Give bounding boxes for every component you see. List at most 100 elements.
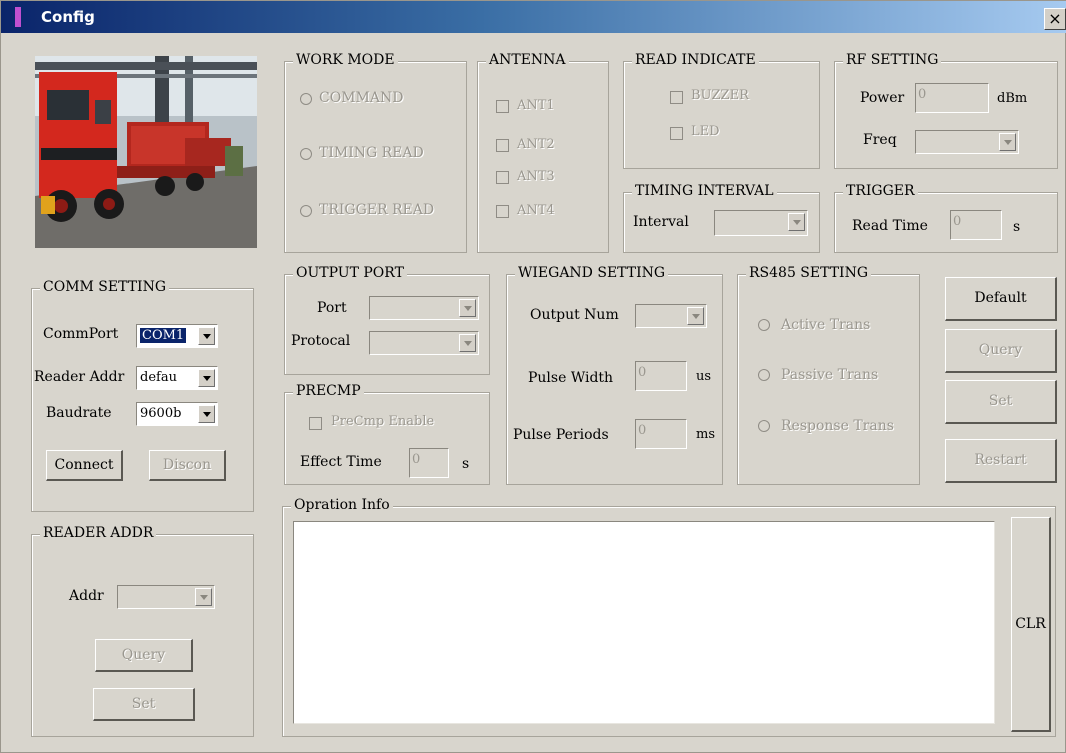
buzzer-label: BUZZER (691, 88, 749, 103)
chevron-down-icon[interactable] (687, 307, 704, 325)
protocol-select[interactable] (369, 331, 479, 355)
command-label: COMMAND (319, 90, 404, 106)
pulse-periods-label: Pulse Periods (513, 427, 609, 443)
pulse-periods-unit: ms (696, 427, 715, 442)
chevron-down-icon[interactable] (195, 588, 212, 606)
set-button[interactable]: Set (945, 380, 1057, 424)
antenna-title: ANTENNA (486, 52, 569, 68)
active-trans-radio[interactable] (758, 319, 770, 331)
ant4-checkbox[interactable] (496, 205, 509, 218)
output-port-title: OUTPUT PORT (293, 265, 407, 281)
default-button[interactable]: Default (945, 277, 1057, 321)
app-icon (15, 7, 21, 27)
response-trans-label: Response Trans (781, 418, 894, 434)
reader-addr-label: Reader Addr (34, 369, 125, 385)
protocol-label: Protocal (291, 333, 351, 349)
passive-trans-label: Passive Trans (781, 367, 879, 383)
reader-addr-title: READER ADDR (40, 525, 157, 541)
truck-photo-image (35, 56, 257, 248)
reader-addr-query-button[interactable]: Query (95, 639, 193, 672)
comm-setting-title: COMM SETTING (40, 279, 170, 295)
config-window: Config × WORK MODE COMMAND TIMING READ T… (0, 0, 1066, 753)
chevron-down-icon[interactable] (999, 133, 1016, 151)
antenna-group: ANTENNA (477, 52, 609, 253)
ant1-checkbox[interactable] (496, 100, 509, 113)
timing-read-radio[interactable] (300, 148, 312, 160)
command-radio[interactable] (300, 93, 312, 105)
pulse-periods-input[interactable]: 0 (635, 419, 687, 449)
window-title: Config (41, 8, 95, 26)
pulse-width-label: Pulse Width (528, 370, 614, 386)
clr-button[interactable]: CLR (1011, 517, 1051, 732)
reader-addr-value: defau (140, 370, 177, 385)
work-mode-title: WORK MODE (293, 52, 398, 68)
ant2-checkbox[interactable] (496, 139, 509, 152)
timing-interval-title: TIMING INTERVAL (632, 183, 777, 199)
query-button[interactable]: Query (945, 329, 1057, 373)
interval-select[interactable] (714, 210, 808, 236)
buzzer-checkbox[interactable] (670, 91, 683, 104)
read-indicate-title: READ INDICATE (632, 52, 759, 68)
baudrate-select[interactable]: 9600b (136, 402, 218, 426)
trigger-title: TRIGGER (843, 183, 918, 199)
ant2-label: ANT2 (517, 137, 555, 152)
precmp-enable-checkbox[interactable] (309, 417, 322, 430)
rf-setting-title: RF SETTING (843, 52, 942, 68)
connect-button[interactable]: Connect (46, 450, 123, 481)
timing-read-label: TIMING READ (319, 145, 424, 161)
ant3-checkbox[interactable] (496, 171, 509, 184)
led-checkbox[interactable] (670, 127, 683, 140)
ant4-label: ANT4 (517, 203, 555, 218)
read-time-input[interactable]: 0 (950, 210, 1002, 240)
trigger-read-radio[interactable] (300, 205, 312, 217)
addr-label: Addr (69, 588, 104, 604)
response-trans-radio[interactable] (758, 420, 770, 432)
discon-button[interactable]: Discon (149, 450, 226, 481)
freq-select[interactable] (915, 130, 1019, 154)
restart-button[interactable]: Restart (945, 439, 1057, 483)
output-num-label: Output Num (530, 307, 619, 323)
chevron-down-icon[interactable] (198, 405, 215, 423)
output-num-select[interactable] (635, 304, 707, 328)
power-unit: dBm (997, 91, 1028, 106)
commport-select[interactable]: COM1 (136, 324, 218, 348)
addr-select[interactable] (117, 585, 215, 609)
close-button[interactable]: × (1044, 8, 1066, 30)
effect-time-label: Effect Time (300, 454, 382, 470)
read-indicate-group: READ INDICATE (623, 52, 820, 169)
reader-addr-select[interactable]: defau (136, 366, 218, 390)
reader-addr-set-button[interactable]: Set (93, 688, 195, 721)
active-trans-label: Active Trans (781, 317, 871, 333)
output-port-group: OUTPUT PORT (284, 265, 490, 375)
pulse-width-input[interactable]: 0 (635, 361, 687, 391)
chevron-down-icon[interactable] (459, 334, 476, 352)
chevron-down-icon[interactable] (788, 213, 805, 231)
ant1-label: ANT1 (517, 98, 555, 113)
rs485-setting-title: RS485 SETTING (746, 265, 872, 281)
led-label: LED (691, 124, 720, 139)
freq-label: Freq (863, 132, 897, 148)
precmp-enable-label: PreCmp Enable (331, 414, 435, 429)
precmp-group: PRECMP (284, 383, 490, 485)
baudrate-value: 9600b (140, 406, 182, 421)
precmp-title: PRECMP (293, 383, 364, 399)
chevron-down-icon[interactable] (459, 299, 476, 317)
commport-value: COM1 (140, 328, 187, 343)
port-label: Port (317, 300, 347, 316)
baudrate-label: Baudrate (46, 405, 112, 421)
commport-label: CommPort (43, 326, 119, 342)
passive-trans-radio[interactable] (758, 369, 770, 381)
ant3-label: ANT3 (517, 169, 555, 184)
chevron-down-icon[interactable] (198, 327, 215, 345)
effect-time-input[interactable]: 0 (409, 448, 449, 478)
port-select[interactable] (369, 296, 479, 320)
operation-info-title: Opration Info (291, 497, 393, 513)
power-input[interactable]: 0 (915, 83, 989, 113)
operation-info-log[interactable] (293, 521, 995, 724)
read-time-unit: s (1013, 219, 1021, 235)
trigger-read-label: TRIGGER READ (319, 202, 435, 218)
truck-photo (35, 56, 257, 248)
interval-label: Interval (633, 214, 689, 230)
effect-time-unit: s (462, 456, 470, 472)
chevron-down-icon[interactable] (198, 369, 215, 387)
